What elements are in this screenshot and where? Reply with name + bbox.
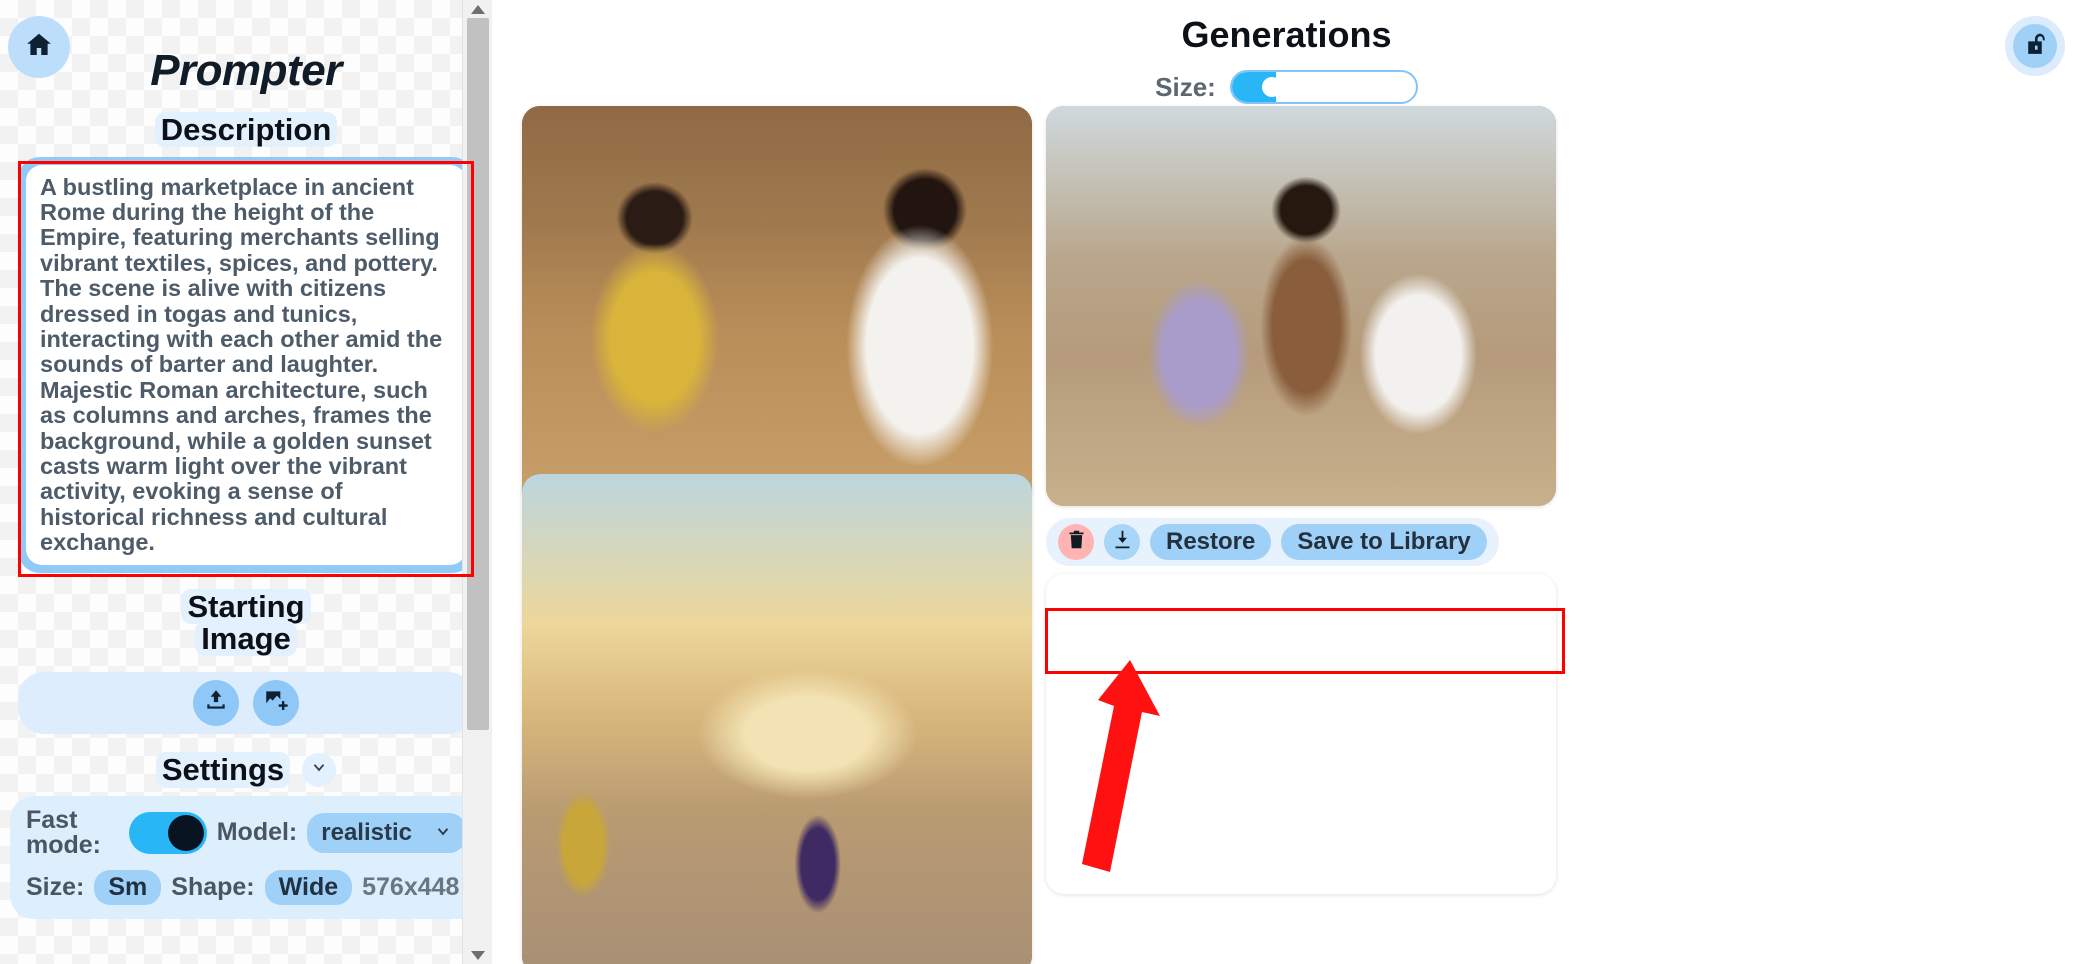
home-button[interactable] [8, 16, 70, 78]
lock-button[interactable] [2005, 16, 2065, 76]
scroll-up-arrow[interactable] [463, 0, 492, 18]
app-title: Prompter [150, 46, 342, 95]
generation-image[interactable] [1046, 574, 1556, 894]
generation-image[interactable] [522, 474, 1032, 964]
page-title: Generations [1181, 14, 1392, 55]
home-icon [24, 30, 54, 65]
shape-label: Shape: [171, 872, 255, 901]
size-slider-label: Size: [1155, 71, 1216, 102]
settings-header: Settings [0, 751, 492, 788]
size-slider-thumb[interactable] [1261, 77, 1282, 97]
generation-image[interactable] [522, 106, 1032, 506]
settings-label: Settings [155, 751, 291, 788]
save-to-library-button[interactable]: Save to Library [1281, 524, 1487, 560]
add-image-button[interactable] [253, 679, 299, 726]
generation-image[interactable] [1046, 106, 1556, 506]
model-label: Model: [216, 818, 298, 847]
dimensions-readout: 576x448 [362, 872, 460, 901]
settings-row-mode: Fast mode: Model: realistic [26, 805, 466, 859]
sidebar: Prompter Description A bustling marketpl… [0, 0, 492, 964]
download-button[interactable] [1104, 524, 1140, 560]
upload-image-button[interactable] [193, 679, 239, 726]
settings-panel: Fast mode: Model: realistic Size: Sm Sha… [10, 795, 482, 919]
description-input[interactable]: A bustling marketplace in ancient Rome d… [26, 164, 466, 565]
generation-card [1046, 574, 1556, 964]
fast-mode-label: Fast mode: [26, 805, 101, 859]
generation-card: Restore Save to Library [1046, 106, 1556, 566]
upload-icon [203, 687, 229, 718]
fast-mode-toggle[interactable] [128, 811, 207, 854]
size-label: Size: [26, 872, 85, 901]
unlock-icon [2023, 31, 2048, 61]
add-image-icon [263, 687, 289, 718]
shape-value-button[interactable]: Wide [264, 869, 353, 905]
app-root: Prompter Description A bustling marketpl… [0, 0, 2081, 964]
settings-row-size-shape: Size: Sm Shape: Wide 576x448 [26, 869, 466, 905]
generations-grid: Restore Save to Library [522, 106, 2069, 964]
settings-toggle-button[interactable] [302, 752, 337, 787]
model-select[interactable]: realistic [307, 812, 466, 853]
model-value: realistic [321, 818, 412, 846]
generations-panel: Generations Size: Restore Save to Librar… [492, 0, 2081, 964]
scroll-down-arrow[interactable] [463, 946, 492, 964]
description-label: Description [0, 112, 492, 147]
chevron-down-icon [310, 758, 328, 781]
starting-image-controls [18, 671, 474, 734]
starting-image-label: Starting Image [0, 588, 492, 657]
size-value-button[interactable]: Sm [94, 869, 162, 905]
description-field-wrapper: A bustling marketplace in ancient Rome d… [18, 156, 474, 577]
download-icon [1112, 529, 1133, 555]
generation-card: Restore Save to Library [522, 474, 1032, 964]
restore-button[interactable]: Restore [1150, 524, 1272, 560]
sidebar-scrollbar[interactable] [462, 0, 492, 964]
size-slider[interactable] [1229, 70, 1418, 104]
card-action-bar: Restore Save to Library [1046, 518, 1499, 566]
sidebar-scrollbar-thumb[interactable] [467, 18, 489, 730]
chevron-down-icon [434, 819, 452, 847]
trash-icon [1066, 529, 1087, 555]
delete-button[interactable] [1058, 524, 1094, 560]
size-slider-row: Size: [492, 70, 2081, 104]
